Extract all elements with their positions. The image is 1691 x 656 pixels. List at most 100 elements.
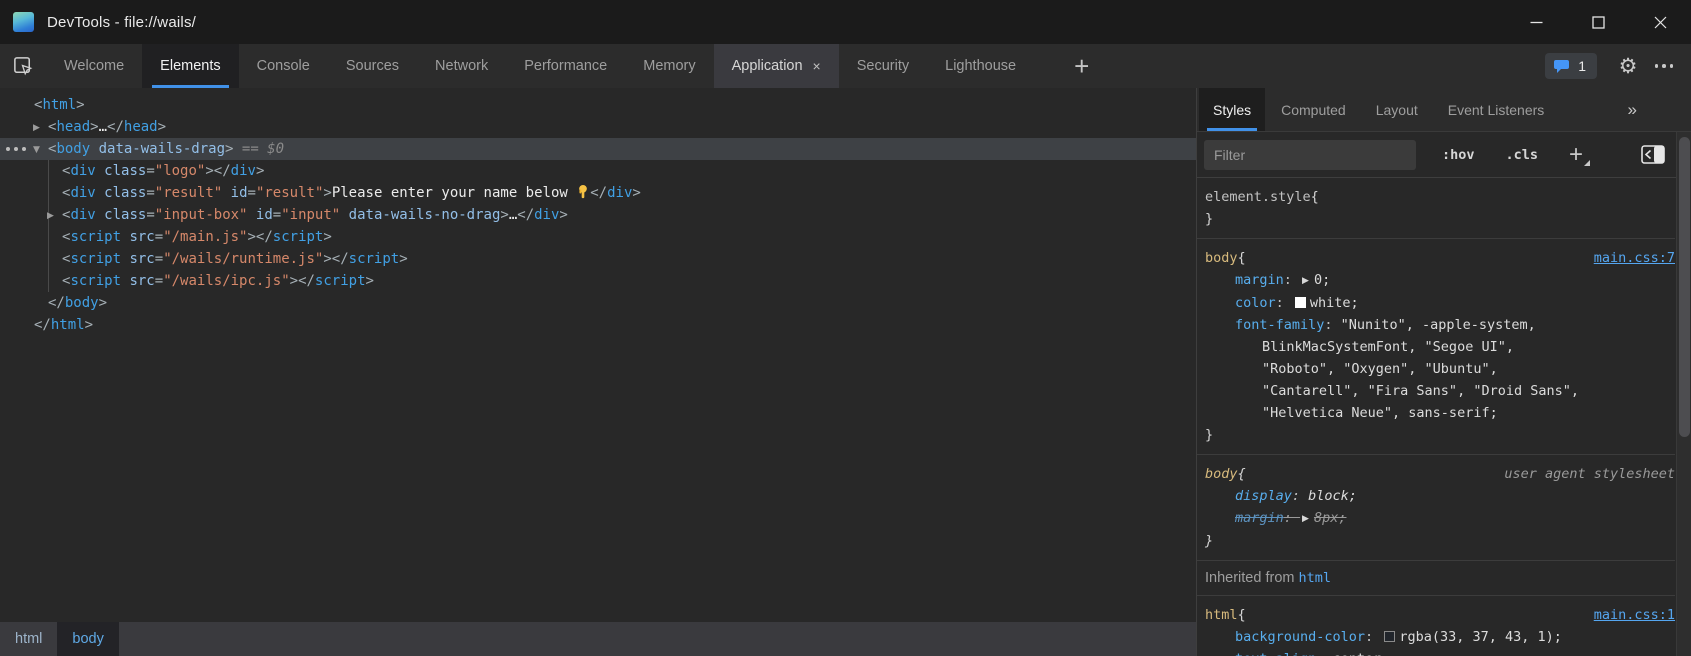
expand-value-arrow-icon[interactable]: ▶ (1302, 276, 1309, 286)
dom-breadcrumb: htmlbody (0, 622, 1196, 656)
stylesheet-link[interactable]: main.css:1 (1594, 604, 1675, 626)
issues-counter-button[interactable]: 1 (1545, 53, 1597, 79)
code-token: = (155, 229, 163, 245)
css-property-value: center; (1333, 651, 1390, 656)
css-property-line[interactable]: margin: ▶0; (1205, 269, 1675, 292)
collapse-arrow-icon[interactable]: ▼ (33, 139, 48, 161)
rule-selector-line[interactable]: element.style { (1205, 186, 1675, 208)
css-property-name: font-family (1235, 317, 1324, 333)
dom-node-line[interactable]: ▶<head>…</head> (0, 116, 1196, 138)
new-style-rule-button[interactable]: + (1563, 141, 1589, 169)
code-token: head (124, 119, 158, 135)
code-token: script (70, 273, 121, 289)
styles-scrollbar[interactable] (1676, 132, 1691, 656)
tab-security[interactable]: Security (839, 44, 927, 88)
window-title: DevTools - file://wails/ (47, 14, 196, 31)
dom-node-line[interactable]: <html> (0, 94, 1196, 116)
tab-sources[interactable]: Sources (328, 44, 417, 88)
code-token: "/wails/ipc.js" (163, 273, 289, 289)
code-token: "/wails/runtime.js" (163, 251, 323, 267)
css-property-line[interactable]: text-align: center; (1205, 648, 1675, 656)
scrollbar-thumb[interactable] (1679, 137, 1690, 437)
code-token: html (42, 97, 76, 113)
code-token: = (155, 273, 163, 289)
code-token: Please enter your name below (332, 185, 576, 201)
code-token: "result" (256, 185, 323, 201)
style-rule: html {main.css:1background-color: rgba(3… (1197, 596, 1675, 656)
expand-arrow-icon[interactable]: ▶ (33, 117, 48, 139)
customize-menu-button[interactable] (1647, 49, 1681, 83)
css-property-name: color (1235, 295, 1276, 311)
css-property-line[interactable]: color: white; (1205, 292, 1675, 314)
tab-elements[interactable]: Elements (142, 44, 238, 88)
toggle-pseudo-classes-button[interactable]: :hov (1442, 147, 1475, 163)
expand-value-arrow-icon[interactable]: ▶ (1302, 514, 1309, 524)
styles-sidebar: StylesComputedLayoutEvent Listeners » :h… (1197, 88, 1691, 656)
sidebar-toggle-icon (1641, 145, 1665, 164)
tab-performance[interactable]: Performance (506, 44, 625, 88)
breadcrumb-item-body[interactable]: body (57, 622, 118, 656)
rule-selector-line[interactable]: html {main.css:1 (1205, 604, 1675, 626)
tab-console[interactable]: Console (239, 44, 328, 88)
settings-button[interactable]: ⚙ (1611, 49, 1645, 83)
styles-filter-input[interactable] (1204, 140, 1416, 170)
code-token: > (256, 163, 264, 179)
maximize-button[interactable] (1567, 0, 1629, 44)
dom-node-line[interactable]: <script src="/main.js"></script> (0, 226, 1196, 248)
css-property-line[interactable]: margin: ▶8px; (1205, 507, 1675, 530)
code-token: div (534, 207, 559, 223)
tab-welcome[interactable]: Welcome (46, 44, 142, 88)
breadcrumb-item-html[interactable]: html (0, 622, 57, 656)
dom-node-line[interactable]: <div class="result" id="result">Please e… (0, 182, 1196, 204)
inspect-element-button[interactable] (0, 44, 46, 88)
css-value-wrap-line: "Helvetica Neue", sans-serif; (1205, 402, 1675, 424)
open-brace: { (1311, 186, 1319, 208)
node-options-dots[interactable] (6, 138, 26, 160)
tab-lighthouse[interactable]: Lighthouse (927, 44, 1034, 88)
tab-computed[interactable]: Computed (1267, 88, 1360, 131)
dom-node-line[interactable]: <script src="/wails/ipc.js"></script> (0, 270, 1196, 292)
more-tabs-button[interactable]: + (1060, 44, 1103, 88)
css-property-line[interactable]: font-family: "Nunito", -apple-system, (1205, 314, 1675, 336)
tab-styles[interactable]: Styles (1199, 88, 1265, 131)
dom-node-line[interactable]: ▼<body data-wails-drag> == $0 (0, 138, 1196, 160)
dom-node-line[interactable]: ▶<div class="input-box" id="input" data-… (0, 204, 1196, 226)
color-swatch[interactable] (1384, 631, 1395, 642)
tab-label: Memory (643, 58, 695, 74)
dom-node-line[interactable]: </body> (0, 292, 1196, 314)
tab-layout[interactable]: Layout (1362, 88, 1432, 131)
pointing-down-emoji (576, 184, 590, 206)
issues-bubble-icon (1554, 59, 1571, 74)
tab-network[interactable]: Network (417, 44, 506, 88)
minimize-button[interactable] (1505, 0, 1567, 44)
code-token: </ (332, 251, 349, 267)
styles-tab-strip: StylesComputedLayout Event Listeners » (1197, 88, 1691, 132)
rule-selector-line[interactable]: body {main.css:7 (1205, 247, 1675, 269)
dom-node-line[interactable]: <script src="/wails/runtime.js"></script… (0, 248, 1196, 270)
close-button[interactable] (1629, 0, 1691, 44)
toggle-element-classes-button[interactable]: .cls (1506, 147, 1539, 163)
tab-label: Performance (524, 58, 607, 74)
tab-memory[interactable]: Memory (625, 44, 713, 88)
css-colon: : (1316, 651, 1332, 656)
inherited-node-link[interactable]: html (1299, 570, 1332, 586)
code-token: src (129, 273, 154, 289)
stylesheet-link[interactable]: main.css:7 (1594, 247, 1675, 269)
tab-event-listeners[interactable]: Event Listeners (1434, 88, 1559, 131)
css-colon: : (1284, 272, 1300, 288)
devtools-window: DevTools - file://wails/ WelcomeElements… (0, 0, 1691, 656)
tab-application[interactable]: Application× (714, 44, 839, 88)
code-token: </ (590, 185, 607, 201)
toggle-computed-sidebar-button[interactable] (1641, 145, 1665, 164)
expand-arrow-icon[interactable]: ▶ (47, 205, 62, 227)
dom-node-line[interactable]: </html> (0, 314, 1196, 336)
rule-selector-line[interactable]: body {user agent stylesheet (1205, 463, 1675, 485)
color-swatch[interactable] (1295, 297, 1306, 308)
tab-overflow-chevron-icon[interactable]: » (1628, 100, 1635, 120)
dom-node-line[interactable]: <div class="logo"></div> (0, 160, 1196, 182)
tab-label: Event Listeners (1448, 102, 1545, 118)
code-token: > (559, 207, 567, 223)
css-property-line[interactable]: display: block; (1205, 485, 1675, 507)
close-tab-icon[interactable]: × (813, 58, 821, 74)
css-property-line[interactable]: background-color: rgba(33, 37, 43, 1); (1205, 626, 1675, 648)
